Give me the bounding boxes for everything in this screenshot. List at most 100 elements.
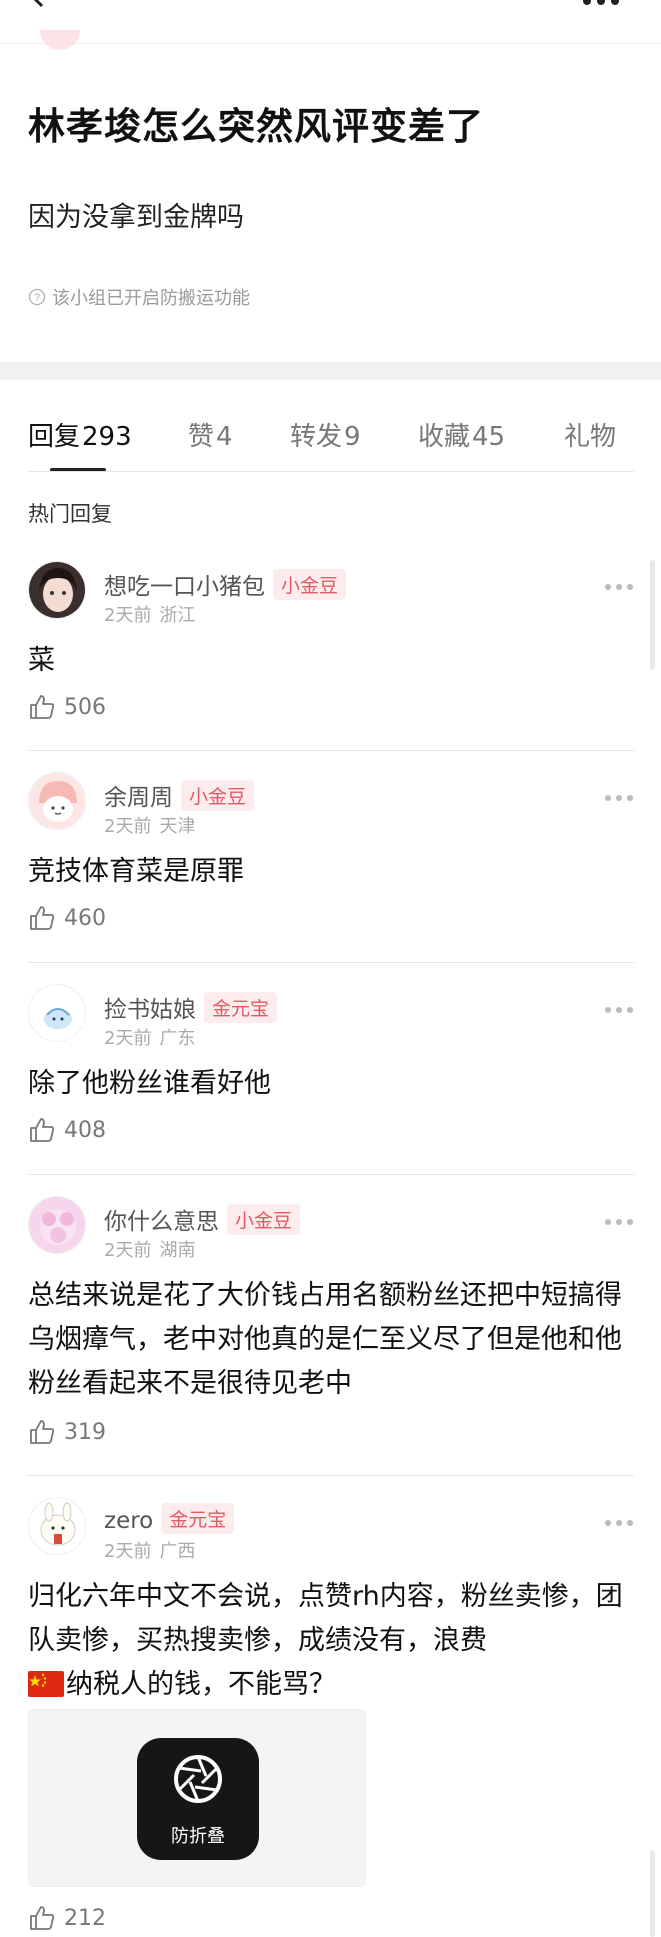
svg-text:?: ? xyxy=(34,292,40,304)
comment-location: 广西 xyxy=(159,1541,196,1562)
tab-label: 赞 xyxy=(188,422,215,452)
tab-count: 293 xyxy=(82,422,132,452)
tab-label: 收藏 xyxy=(418,422,471,452)
post-body: 因为没拿到金牌吗 xyxy=(28,202,244,233)
comment-time: 2天前 xyxy=(104,605,152,626)
chevron-left-icon[interactable] xyxy=(20,0,52,10)
username[interactable]: 想吃一口小猪包 小金豆 xyxy=(104,567,347,601)
comment-text: 总结来说是花了大价钱占用名额粉丝还把中短搞得乌烟瘴气，老中对他真的是仁至义尽了但… xyxy=(28,1280,622,1399)
more-dots-icon[interactable] xyxy=(581,0,621,8)
more-dots-icon[interactable] xyxy=(604,1218,634,1226)
thumbs-up-icon xyxy=(30,1906,55,1930)
comment-item: 捡书姑娘 金元宝 2天前 广东 除了他粉丝谁看好他 408 xyxy=(0,984,661,1175)
divider xyxy=(28,1475,634,1476)
comment-time: 2天前 xyxy=(104,816,152,837)
username-text: 捡书姑娘 xyxy=(104,997,196,1023)
tab-gifts[interactable]: 礼物 xyxy=(564,416,618,453)
like-button[interactable]: 408 xyxy=(28,1116,106,1144)
comment-meta: 2天前 天津 xyxy=(104,812,195,838)
avatar[interactable] xyxy=(28,561,86,619)
comment-item: 你什么意思 小金豆 2天前 湖南 总结来说是花了大价钱占用名额粉丝还把中短搞得乌烟瘴… xyxy=(0,1196,661,1476)
author-avatar[interactable] xyxy=(40,30,80,50)
tab-likes[interactable]: 赞4 xyxy=(188,416,233,453)
more-dots-icon[interactable] xyxy=(604,583,634,591)
divider xyxy=(28,1174,634,1175)
user-badge: 金元宝 xyxy=(161,1503,235,1534)
more-dots-icon[interactable] xyxy=(604,1519,634,1527)
tab-label: 回复 xyxy=(28,422,81,452)
like-button[interactable]: 319 xyxy=(28,1418,106,1446)
avatar[interactable] xyxy=(28,984,86,1042)
comment-text-line: 归化六年中文不会说，点赞rh内容，粉丝卖惨，团队卖惨，买热搜卖惨，成绩没有，浪费 xyxy=(28,1581,623,1656)
hot-replies-heading: 热门回复 xyxy=(28,502,112,526)
thumbs-up-icon xyxy=(30,1118,55,1142)
like-count: 408 xyxy=(64,1117,106,1143)
section-separator xyxy=(0,362,661,380)
china-flag-icon xyxy=(28,1671,64,1697)
comment-meta: 2天前 浙江 xyxy=(104,601,195,627)
thumbs-up-icon xyxy=(30,906,55,930)
like-button[interactable]: 212 xyxy=(28,1904,106,1932)
post-title: 林孝埈怎么突然风评变差了 xyxy=(28,105,484,148)
image-label: 防折叠 xyxy=(171,1826,225,1847)
divider xyxy=(28,750,634,751)
comment-meta: 2天前 广西 xyxy=(104,1537,195,1563)
avatar[interactable] xyxy=(28,1497,86,1555)
tab-bar: 回复293 赞4 转发9 收藏45 礼物 xyxy=(0,380,661,472)
comment-item: 余周周 小金豆 2天前 天津 竞技体育菜是原罪 460 xyxy=(0,772,661,963)
comment-time: 2天前 xyxy=(104,1240,152,1261)
top-bar xyxy=(0,0,661,50)
user-badge: 小金豆 xyxy=(227,1204,301,1235)
username-text: zero xyxy=(104,1508,154,1534)
like-button[interactable]: 506 xyxy=(28,693,106,721)
anti-fold-image: 防折叠 xyxy=(137,1738,259,1860)
tab-count: 4 xyxy=(216,422,233,452)
username-text: 想吃一口小猪包 xyxy=(104,574,265,600)
comment-location: 天津 xyxy=(159,816,196,837)
comment-time: 2天前 xyxy=(104,1028,152,1049)
comment-text-line: 纳税人的钱，不能骂？ xyxy=(66,1669,336,1700)
divider xyxy=(28,471,634,472)
username-text: 余周周 xyxy=(104,785,173,811)
comment-time: 2天前 xyxy=(104,1541,152,1562)
username[interactable]: 捡书姑娘 金元宝 xyxy=(104,990,278,1024)
tab-label: 礼物 xyxy=(564,422,617,452)
comment-meta: 2天前 湖南 xyxy=(104,1236,195,1262)
divider xyxy=(28,962,634,963)
username[interactable]: 余周周 小金豆 xyxy=(104,778,255,812)
tab-reposts[interactable]: 转发9 xyxy=(290,416,361,453)
camera-aperture-icon xyxy=(174,1755,222,1803)
avatar[interactable] xyxy=(28,1196,86,1254)
username[interactable]: zero 金元宝 xyxy=(104,1503,235,1534)
username-text: 你什么意思 xyxy=(104,1209,219,1235)
user-badge: 金元宝 xyxy=(204,992,278,1023)
like-count: 460 xyxy=(64,905,106,931)
comment-location: 湖南 xyxy=(159,1240,196,1261)
comment-location: 广东 xyxy=(159,1028,196,1049)
tab-replies[interactable]: 回复293 xyxy=(28,416,132,453)
tab-collections[interactable]: 收藏45 xyxy=(418,416,505,453)
anti-repost-notice: ? 该小组已开启防搬运功能 xyxy=(28,284,250,310)
like-count: 319 xyxy=(64,1419,106,1445)
comment-image[interactable]: 防折叠 xyxy=(28,1709,366,1887)
notice-text: 该小组已开启防搬运功能 xyxy=(52,288,250,309)
tab-count: 45 xyxy=(472,422,506,452)
like-button[interactable]: 460 xyxy=(28,904,106,932)
comment-text: 除了他粉丝谁看好他 xyxy=(28,1068,271,1099)
comment-location: 浙江 xyxy=(159,605,196,626)
tab-label: 转发 xyxy=(290,422,343,452)
thumbs-up-icon xyxy=(30,695,55,719)
like-count: 506 xyxy=(64,694,106,720)
more-dots-icon[interactable] xyxy=(604,1006,634,1014)
question-circle-icon: ? xyxy=(28,288,46,306)
thumbs-up-icon xyxy=(30,1420,55,1444)
comment-item: 想吃一口小猪包 小金豆 2天前 浙江 菜 506 xyxy=(0,561,661,751)
more-dots-icon[interactable] xyxy=(604,794,634,802)
comment-text: 菜 xyxy=(28,645,55,676)
user-badge: 小金豆 xyxy=(181,780,255,811)
avatar[interactable] xyxy=(28,772,86,830)
user-badge: 小金豆 xyxy=(273,569,347,600)
username[interactable]: 你什么意思 小金豆 xyxy=(104,1202,301,1236)
comment-meta: 2天前 广东 xyxy=(104,1024,195,1050)
comment-text: 竞技体育菜是原罪 xyxy=(28,856,244,887)
